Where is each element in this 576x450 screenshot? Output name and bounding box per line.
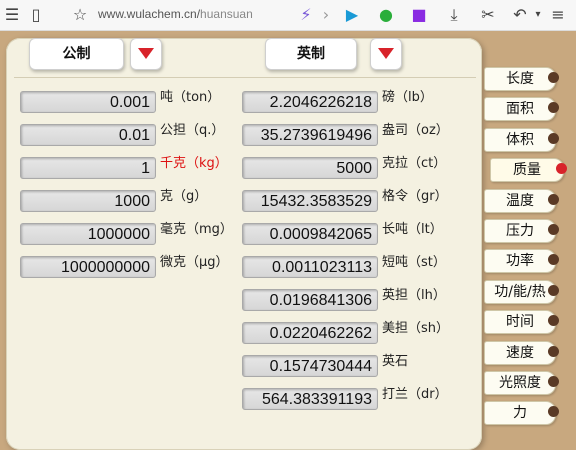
metric-unit-label: 微克（μg） [160,255,229,270]
imperial-unit-label: 英担（lh） [382,288,446,303]
imperial-value-input[interactable]: 35.2739619496 [242,124,378,146]
tab-label: 质量 [513,162,541,178]
imperial-unit-label: 盎司（oz） [382,123,449,138]
tab-category[interactable]: 功率 [484,249,559,273]
metric-unit-label: 千克（kg） [160,156,228,171]
tab-category[interactable]: 面积 [484,97,559,121]
tab-category[interactable]: 力 [484,401,559,425]
imperial-value-input[interactable]: 0.0011023113 [242,256,378,278]
tab-pin-icon [548,224,559,235]
imperial-unit-label: 英石 [382,354,409,369]
metric-unit-label: 毫克（mg） [160,222,233,237]
imperial-unit-label: 长吨（lt） [382,222,443,237]
url-path: huansuan [200,7,253,21]
tab-list-icon[interactable]: ☰ [2,5,22,25]
metric-value-input[interactable]: 0.01 [20,124,156,146]
tab-category[interactable]: 功/能/热 [484,280,559,304]
scissors-icon[interactable]: ✂ [478,5,498,25]
tab-label: 时间 [506,314,534,330]
tab-pin-icon [548,285,559,296]
metric-unit-label: 公担（q.） [160,123,225,138]
chevron-right-icon[interactable]: › [316,5,336,25]
reader-view-icon[interactable]: ▯ [26,5,46,25]
tab-category[interactable]: 时间 [484,310,559,334]
address-bar[interactable]: www.wulachem.cn/huansuan [98,7,253,21]
extension-icon[interactable]: ⚡ [296,5,316,25]
imperial-dropdown-button[interactable] [370,38,402,70]
metric-dropdown-button[interactable] [130,38,162,70]
tab-pin-icon [556,163,567,174]
triangle-down-icon [138,48,154,59]
menu-icon[interactable]: ≡ [548,5,568,25]
tab-category[interactable]: 光照度 [484,371,559,395]
tab-category[interactable]: 体积 [484,128,559,152]
play-icon[interactable]: ▶ [342,5,362,25]
chevron-down-icon[interactable]: ▾ [528,5,548,25]
tab-pin-icon [548,315,559,326]
tab-pin-icon [548,406,559,417]
tab-label: 功/能/热 [494,284,546,300]
imperial-unit-label: 美担（sh） [382,321,450,336]
metric-unit-label: 吨（ton） [160,90,221,105]
video-icon[interactable]: ■ [409,5,429,25]
tab-pin-icon [548,194,559,205]
imperial-value-input[interactable]: 0.0220462262 [242,322,378,344]
tab-pin-icon [548,376,559,387]
tab-label: 温度 [506,193,534,209]
browser-toolbar: ☰ ▯ ☆ www.wulachem.cn/huansuan ⚡ › ▶ ● ■… [0,0,576,31]
header-divider [14,77,476,78]
download-icon[interactable]: ⤓ [444,5,464,25]
tab-category[interactable]: 长度 [484,67,559,91]
imperial-unit-label: 克拉（ct） [382,156,447,171]
metric-value-input[interactable]: 1 [20,157,156,179]
tab-pin-icon [548,72,559,83]
tab-category[interactable]: 质量 [490,158,567,182]
tab-label: 体积 [506,132,534,148]
metric-unit-label: 克（g） [160,189,208,204]
tab-label: 速度 [506,345,534,361]
tab-label: 功率 [506,253,534,269]
metric-value-input[interactable]: 1000000 [20,223,156,245]
tab-category[interactable]: 温度 [484,189,559,213]
tab-category[interactable]: 压力 [484,219,559,243]
tab-pin-icon [548,346,559,357]
metric-value-input[interactable]: 1000 [20,190,156,212]
tab-pin-icon [548,102,559,113]
tab-pin-icon [548,254,559,265]
triangle-down-icon [378,48,394,59]
metric-value-input[interactable]: 0.001 [20,91,156,113]
imperial-value-input[interactable]: 564.383391193 [242,388,378,410]
url-host: www.wulachem.cn/ [98,7,201,21]
chat-icon[interactable]: ● [376,5,396,25]
tab-category[interactable]: 速度 [484,341,559,365]
imperial-value-input[interactable]: 5000 [242,157,378,179]
imperial-unit-label: 格令（gr） [382,189,448,204]
metric-system-select[interactable]: 公制 [29,38,124,70]
imperial-value-input[interactable]: 0.1574730444 [242,355,378,377]
imperial-value-input[interactable]: 15432.3583529 [242,190,378,212]
imperial-unit-label: 打兰（dr） [382,387,448,402]
imperial-system-select[interactable]: 英制 [265,38,357,70]
tab-label: 压力 [506,223,534,239]
tab-pin-icon [548,133,559,144]
metric-value-input[interactable]: 1000000000 [20,256,156,278]
tab-label: 面积 [506,101,534,117]
imperial-value-input[interactable]: 2.2046226218 [242,91,378,113]
imperial-unit-label: 短吨（st） [382,255,446,270]
undo-icon[interactable]: ↶ [510,5,530,25]
imperial-unit-label: 磅（lb） [382,90,433,105]
imperial-value-input[interactable]: 0.0009842065 [242,223,378,245]
tab-label: 力 [513,405,527,421]
tab-label: 长度 [506,71,534,87]
imperial-value-input[interactable]: 0.0196841306 [242,289,378,311]
favorite-star-icon[interactable]: ☆ [70,5,90,25]
tab-label: 光照度 [499,375,541,391]
